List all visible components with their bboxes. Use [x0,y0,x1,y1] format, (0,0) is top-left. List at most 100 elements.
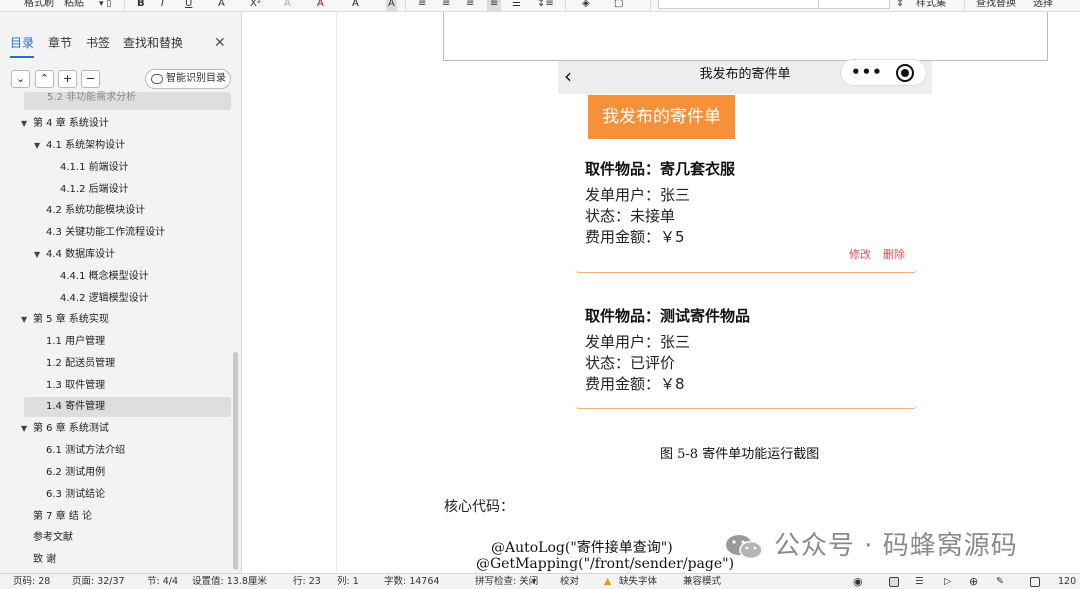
collapse-arrow-icon[interactable]: ▼ [21,114,27,134]
toc-item-1-4[interactable]: 1.4 寄件管理 [46,397,105,417]
status-word-count[interactable]: 字数: 14764 [384,574,439,589]
toc-item-4-4-2[interactable]: 4.4.2 逻辑模型设计 [60,289,149,309]
spell-dropdown-icon[interactable]: ▾ [532,574,536,589]
style-scroll-icon[interactable]: ⇕ [896,0,904,11]
eye-protect-icon[interactable]: ◉ [853,574,863,589]
toc-item-5-2[interactable]: 5.2 非功能需求分析 [47,91,136,105]
bold-button[interactable]: B [137,0,145,11]
toc-item-4-3[interactable]: 4.3 关键功能工作流程设计 [46,223,165,243]
toc-item-6-1[interactable]: 6.1 测试方法介绍 [46,441,125,461]
toc-item-chapter-4[interactable]: ▼ 第 4 章 系统设计 [21,114,109,134]
toc-item-chapter-6[interactable]: ▼ 第 6 章 系统测试 [21,419,109,439]
navigation-pane: 目录 章节 书签 查找和替换 ✕ ⌄ ⌃ + − 智能识别目录 5.2 非功能需… [0,12,242,573]
status-pages[interactable]: 页面: 32/37 [72,574,125,589]
page-view-icon[interactable] [889,577,899,587]
toc-item-chapter-5[interactable]: ▼ 第 5 章 系统实现 [21,310,109,330]
status-missing-font[interactable]: 缺失字体 [619,574,657,589]
collapse-arrow-icon[interactable]: ▼ [21,419,27,439]
figure-caption: 图 5-8 寄件单功能运行截图 [660,447,820,462]
page-boundary [336,12,337,573]
card-status: 状态：已评价 [585,354,676,372]
close-target-icon [896,64,914,82]
superscript-button[interactable]: X² [250,0,261,11]
status-row[interactable]: 行: 23 [293,574,321,589]
embedded-screenshot: ‹ 我发布的寄件单 ••• 我发布的寄件单 取件物品：寄几套衣服 发单用户：张三… [558,59,932,411]
status-proofread[interactable]: 校对 [560,574,579,589]
warning-icon: ▲ [604,576,612,587]
toc-item-1-3[interactable]: 1.3 取件管理 [46,376,105,396]
toc-item-1-2[interactable]: 1.2 配送员管理 [46,354,115,374]
page-header-box [443,12,1048,61]
format-painter-button[interactable]: 格式刷 [24,0,54,11]
align-right-icon[interactable]: ≡ [466,0,474,11]
collapse-arrow-icon[interactable]: ▼ [21,310,27,330]
card-item-title: 取件物品：测试寄件物品 [585,307,751,325]
card-item-title: 取件物品：寄几套衣服 [585,160,736,178]
fit-page-icon[interactable] [1030,577,1040,587]
border-icon[interactable]: ▢ [614,0,623,11]
order-card: 取件物品：测试寄件物品 发单用户：张三 状态：已评价 费用金额：￥8 [575,291,917,409]
toc-item-label: 第 4 章 系统设计 [33,118,109,129]
line-spacing-icon[interactable]: ↕≡ [537,0,554,11]
find-replace-button[interactable]: 查找替换 [976,0,1016,11]
toc-item-label: 4.4 数据库设计 [46,249,116,260]
card-fee: 费用金额：￥5 [585,228,685,246]
align-left-icon[interactable]: ≡ [418,0,426,11]
card-fee: 费用金额：￥8 [585,375,685,393]
play-icon[interactable]: ▷ [944,574,951,589]
wechat-logo-icon [726,535,763,560]
code-line: @GetMapping("/front/sender/page") [476,556,735,572]
italic-button[interactable]: I [161,0,164,11]
collapse-arrow-icon[interactable]: ▼ [34,136,40,156]
status-spell-check[interactable]: 拼写检查: 关闭 [475,574,538,589]
text-effect-button[interactable]: A [284,0,291,11]
toc-item-4-4[interactable]: ▼ 4.4 数据库设计 [34,245,116,265]
status-section[interactable]: 节: 4/4 [147,574,178,589]
toc-item-1-1[interactable]: 1.1 用户管理 [46,332,105,352]
align-justify-icon[interactable]: ≡ [487,0,502,11]
toc-item-6-2[interactable]: 6.2 测试用例 [46,463,105,483]
toc-list: 5.2 非功能需求分析 ▼ 第 4 章 系统设计 ▼ 4.1 系统架构设计 4.1.… [0,12,241,573]
shading-icon[interactable]: ◈ [582,0,590,11]
toc-item-chapter-7[interactable]: 第 7 章 结 论 [33,507,92,527]
pen-icon[interactable]: ✎ [996,574,1004,589]
font-color-button[interactable]: A [317,0,324,11]
paste-dropdown-icon[interactable]: ▾ ▯ [99,0,111,11]
status-column[interactable]: 列: 1 [337,574,359,589]
word-processor-window: 格式刷 粘贴 ▾ ▯ B I U A X² A A A A ≡ ≡ ≡ ≡ ☰ … [0,0,1080,589]
card-delete-link: 删除 [883,248,905,261]
toc-item-acknowledgements[interactable]: 致 谢 [33,550,56,570]
zoom-level[interactable]: 120 [1058,574,1076,589]
page-banner: 我发布的寄件单 [588,95,735,139]
sidebar-scrollbar[interactable] [233,352,238,570]
strikethrough-button[interactable]: A [218,0,225,11]
web-view-icon[interactable]: ⊕ [969,574,978,589]
toc-item-references[interactable]: 参考文献 [33,528,73,548]
toc-item-4-1[interactable]: ▼ 4.1 系统架构设计 [34,136,126,156]
card-user: 发单用户：张三 [585,186,691,204]
status-setting-value[interactable]: 设置值: 13.8厘米 [192,574,267,589]
collapse-arrow-icon[interactable]: ▼ [34,245,40,265]
align-center-icon[interactable]: ≡ [442,0,450,11]
highlight-color-button[interactable]: A [352,0,359,11]
status-compat-mode[interactable]: 兼容模式 [683,574,721,589]
char-shading-icon[interactable]: A [386,0,397,11]
toc-item-6-3[interactable]: 6.3 测试结论 [46,485,105,505]
paste-button[interactable]: 粘贴 [64,0,84,11]
toc-item-4-4-1[interactable]: 4.4.1 概念模型设计 [60,267,149,287]
select-button[interactable]: 选择 [1033,0,1053,11]
distributed-align-icon[interactable]: ☰ [512,0,521,11]
toc-item-label: 4.1 系统架构设计 [46,140,126,151]
toc-item-4-1-2[interactable]: 4.1.2 后端设计 [60,180,129,200]
style-set-button[interactable]: 样式集 [916,0,946,11]
outline-view-icon[interactable]: ☰ [915,574,924,589]
style-preview-box[interactable] [818,0,890,9]
status-bar: 页码: 28 页面: 32/37 节: 4/4 设置值: 13.8厘米 行: 2… [0,573,1080,589]
more-dots-icon: ••• [851,63,883,81]
toc-item-label: 第 6 章 系统测试 [33,423,109,434]
toc-item-4-2[interactable]: 4.2 系统功能模块设计 [46,201,145,221]
miniapp-nav-bar: ‹ 我发布的寄件单 ••• [558,59,932,94]
underline-button[interactable]: U [185,0,192,11]
status-page-number[interactable]: 页码: 28 [13,574,50,589]
toc-item-4-1-1[interactable]: 4.1.1 前端设计 [60,158,129,178]
